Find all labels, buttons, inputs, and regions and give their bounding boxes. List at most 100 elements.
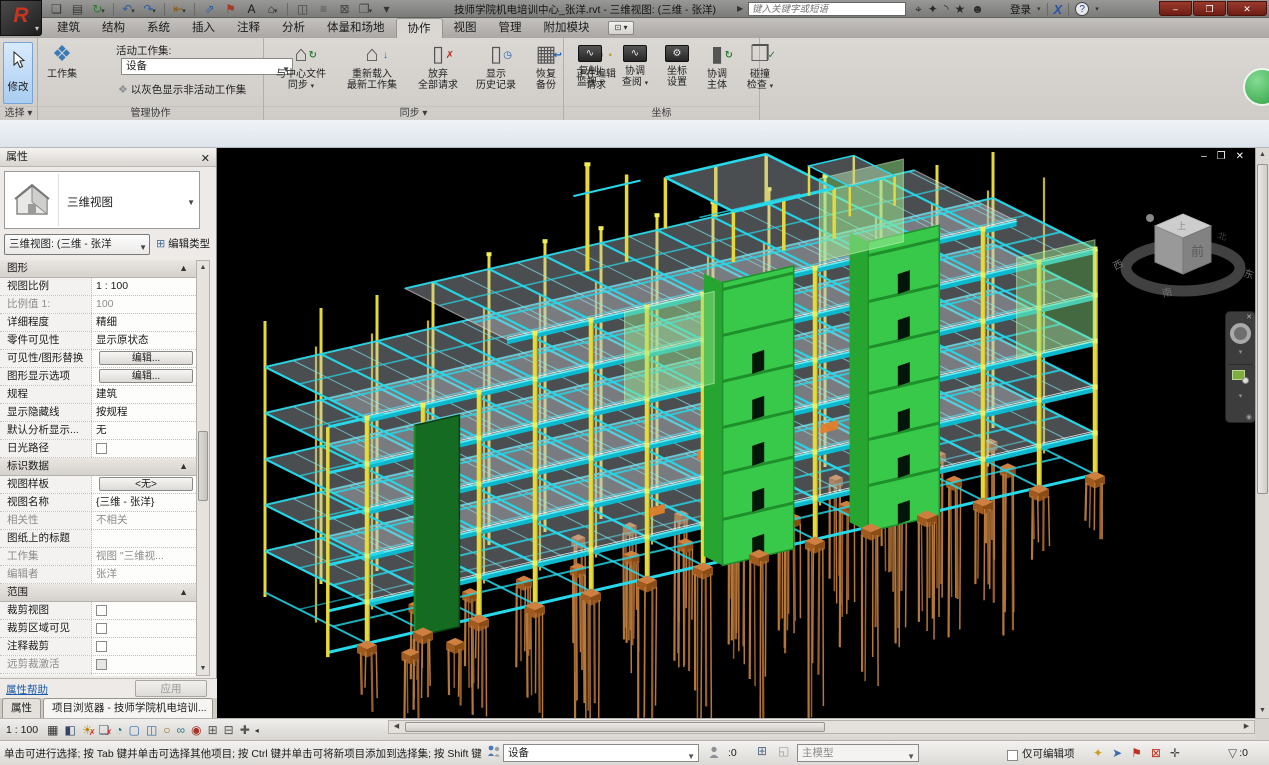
view-type-dropdown[interactable]: 三维视图: (三维 - 张洋 ▼ <box>4 234 150 255</box>
thin-lines-icon[interactable]: ≡ <box>315 2 332 17</box>
worksharing-display-icon[interactable]: ⊟ <box>224 723 234 738</box>
tab-project-browser[interactable]: 项目浏览器 - 技师学院机电培训... <box>43 698 213 718</box>
crop-view-icon[interactable]: ▢ <box>129 723 140 738</box>
edit-type-button[interactable]: ⊞ 编辑类型 <box>156 235 218 254</box>
ribbon-tab-建筑[interactable]: 建筑 <box>46 18 91 38</box>
steering-wheel-icon[interactable] <box>1230 323 1251 344</box>
ribbon-tab-视图[interactable]: 视图 <box>443 18 488 38</box>
filter-button[interactable]: ▽ :0 <box>1228 746 1248 760</box>
temporary-hide-isolate-icon[interactable]: ∞ <box>177 723 186 738</box>
visual-style-icon[interactable]: ◧ <box>64 723 75 738</box>
worksets-status-icon[interactable] <box>487 744 501 761</box>
reload-latest-button[interactable]: ⌂↓重新载入最新工作集 <box>338 41 406 91</box>
properties-header[interactable]: 属性 ✕ <box>0 148 216 167</box>
infocenter-expand-icon[interactable]: ▶ <box>737 4 743 13</box>
checkbox[interactable] <box>96 641 107 652</box>
signin-person-icon[interactable]: ☻ <box>971 2 984 17</box>
视图样板-button[interactable]: <无> <box>99 477 193 491</box>
scroll-down-icon[interactable]: ▼ <box>197 662 209 675</box>
unlocked-3d-view-icon[interactable]: ○ <box>163 723 170 738</box>
checkbox[interactable] <box>96 659 107 670</box>
search-input[interactable] <box>749 4 905 16</box>
scroll-up-icon[interactable]: ▲ <box>197 261 209 274</box>
ribbon-tab-附加模块[interactable]: 附加模块 <box>533 18 601 38</box>
properties-help-link[interactable]: 属性帮助 <box>6 682 48 697</box>
reveal-hidden-elements-icon[interactable]: ◉ <box>191 723 201 738</box>
ribbon-tab-注释[interactable]: 注释 <box>226 18 271 38</box>
crop-region-icon[interactable]: ◫ <box>146 723 157 738</box>
interference-check-button[interactable]: ❒✓碰撞检查 ▾ <box>740 41 780 92</box>
可见性/图形替换-button[interactable]: 编辑... <box>99 351 193 365</box>
panel-display-toggle[interactable]: ⊡ ▾ <box>608 21 634 35</box>
copy-monitor-button[interactable]: ∿复制/监视 ▾ <box>570 41 610 89</box>
scroll-down-icon[interactable]: ▼ <box>1256 704 1269 718</box>
3d-model-view[interactable]: 西南东北上前 <box>217 148 1255 718</box>
open-icon[interactable]: ❏ <box>48 2 65 17</box>
sync-with-central-button[interactable]: ⌂↻与中心文件同步 ▾ <box>270 41 332 92</box>
apply-button[interactable]: 应用 <box>135 680 207 697</box>
undo-icon[interactable]: ↶▾ <box>120 2 137 17</box>
scrollbar-thumb[interactable] <box>198 431 208 501</box>
scrollbar-thumb[interactable] <box>1257 164 1268 494</box>
checkbox[interactable] <box>96 623 107 634</box>
select-elements-icon[interactable]: ➤ <box>1112 746 1122 760</box>
save-icon[interactable]: ▤ <box>69 2 86 17</box>
minimize-button[interactable]: – <box>1159 1 1192 16</box>
worksets-keys-icon[interactable]: ✦ <box>1093 746 1103 760</box>
temporary-view-properties-icon[interactable]: ⊞ <box>208 723 218 738</box>
editing-requests[interactable]: :0 <box>708 746 737 759</box>
close-hidden-windows-icon[interactable]: ⊠ <box>336 2 353 17</box>
unpin-icon[interactable]: ⚑ <box>1131 746 1142 760</box>
collapse-icon[interactable]: ▲ <box>179 584 196 601</box>
ribbon-tab-管理[interactable]: 管理 <box>488 18 533 38</box>
subscription-key-icon[interactable]: ✦ <box>928 2 938 17</box>
text-icon[interactable]: A <box>243 2 260 17</box>
close-button[interactable]: ✕ <box>1227 1 1267 16</box>
chevron-down-icon[interactable]: ▾ <box>1226 392 1255 400</box>
aligned-dimension-icon[interactable]: ⇗ <box>201 2 218 17</box>
gray-inactive-worksets-toggle[interactable]: ❖ 以灰色显示非活动工作集 <box>118 82 246 97</box>
restore-backup-button[interactable]: ▦↩恢复备份 <box>528 41 564 91</box>
move-cursor-icon[interactable]: ✛ <box>1170 746 1180 760</box>
ribbon-tab-系统[interactable]: 系统 <box>136 18 181 38</box>
modify-button[interactable]: 修改 <box>3 42 33 104</box>
displace-elements-icon[interactable]: ✚ <box>240 723 250 738</box>
图形显示选项-button[interactable]: 编辑... <box>99 369 193 383</box>
exclude-elements-icon[interactable]: ⊠ <box>1151 746 1161 760</box>
view-minimize-button[interactable]: – <box>1201 151 1208 162</box>
close-icon[interactable]: ✕ <box>1246 313 1252 321</box>
sign-in-area[interactable]: 登录 ▾ X ? ▾ <box>1010 1 1099 17</box>
communication-center-icon[interactable]: ◝ <box>944 2 949 17</box>
help-icon[interactable]: ? <box>1075 2 1089 16</box>
switch-windows-icon[interactable]: ❐▾ <box>357 2 374 17</box>
editable-only-checkbox[interactable] <box>1007 750 1018 761</box>
navbar-anchor-icon[interactable]: ◉ <box>1246 413 1252 421</box>
coordination-review-button[interactable]: ∿协调查阅 ▾ <box>616 41 654 89</box>
show-history-button[interactable]: ▯◷显示历史记录 <box>470 41 522 91</box>
design-option-dropdown[interactable]: 主模型 ▼ <box>797 744 919 762</box>
ribbon-tab-结构[interactable]: 结构 <box>91 18 136 38</box>
app-menu-button[interactable]: R ▾ <box>0 0 42 36</box>
section-icon[interactable]: ◫ <box>294 2 311 17</box>
view-scale[interactable]: 1 : 100 <box>6 724 38 736</box>
ribbon-tab-插入[interactable]: 插入 <box>181 18 226 38</box>
close-icon[interactable]: ✕ <box>201 150 210 168</box>
design-options-icon[interactable]: ⊞ <box>757 744 767 758</box>
default-3d-view-icon[interactable]: ⌂▾ <box>264 2 281 17</box>
relinquish-all-button[interactable]: ▯✗放弃全部请求 <box>412 41 464 91</box>
rendering-dialog-icon[interactable]: ◔ <box>115 723 122 738</box>
active-workset-dropdown[interactable]: 设备 ▼ <box>503 744 699 762</box>
horizontal-scrollbar[interactable]: ◀ ▶ <box>388 720 1255 734</box>
chevron-down-icon[interactable]: ▾ <box>1226 348 1255 356</box>
type-selector[interactable]: 三维视图 ▼ <box>4 171 200 229</box>
worksets-button[interactable]: ❖ 工作集 <box>43 41 81 80</box>
scroll-up-icon[interactable]: ▲ <box>1256 148 1269 162</box>
detail-level-icon[interactable]: ▦ <box>47 723 58 738</box>
customize-qat-icon[interactable]: ▾ <box>378 2 395 17</box>
ribbon-tab-体量和场地[interactable]: 体量和场地 <box>316 18 396 38</box>
search-icon[interactable]: ⌖ <box>915 2 922 17</box>
checkbox[interactable] <box>96 605 107 616</box>
restore-button[interactable]: ❐ <box>1193 1 1226 16</box>
checkbox[interactable] <box>96 443 107 454</box>
ribbon-tab-分析[interactable]: 分析 <box>271 18 316 38</box>
